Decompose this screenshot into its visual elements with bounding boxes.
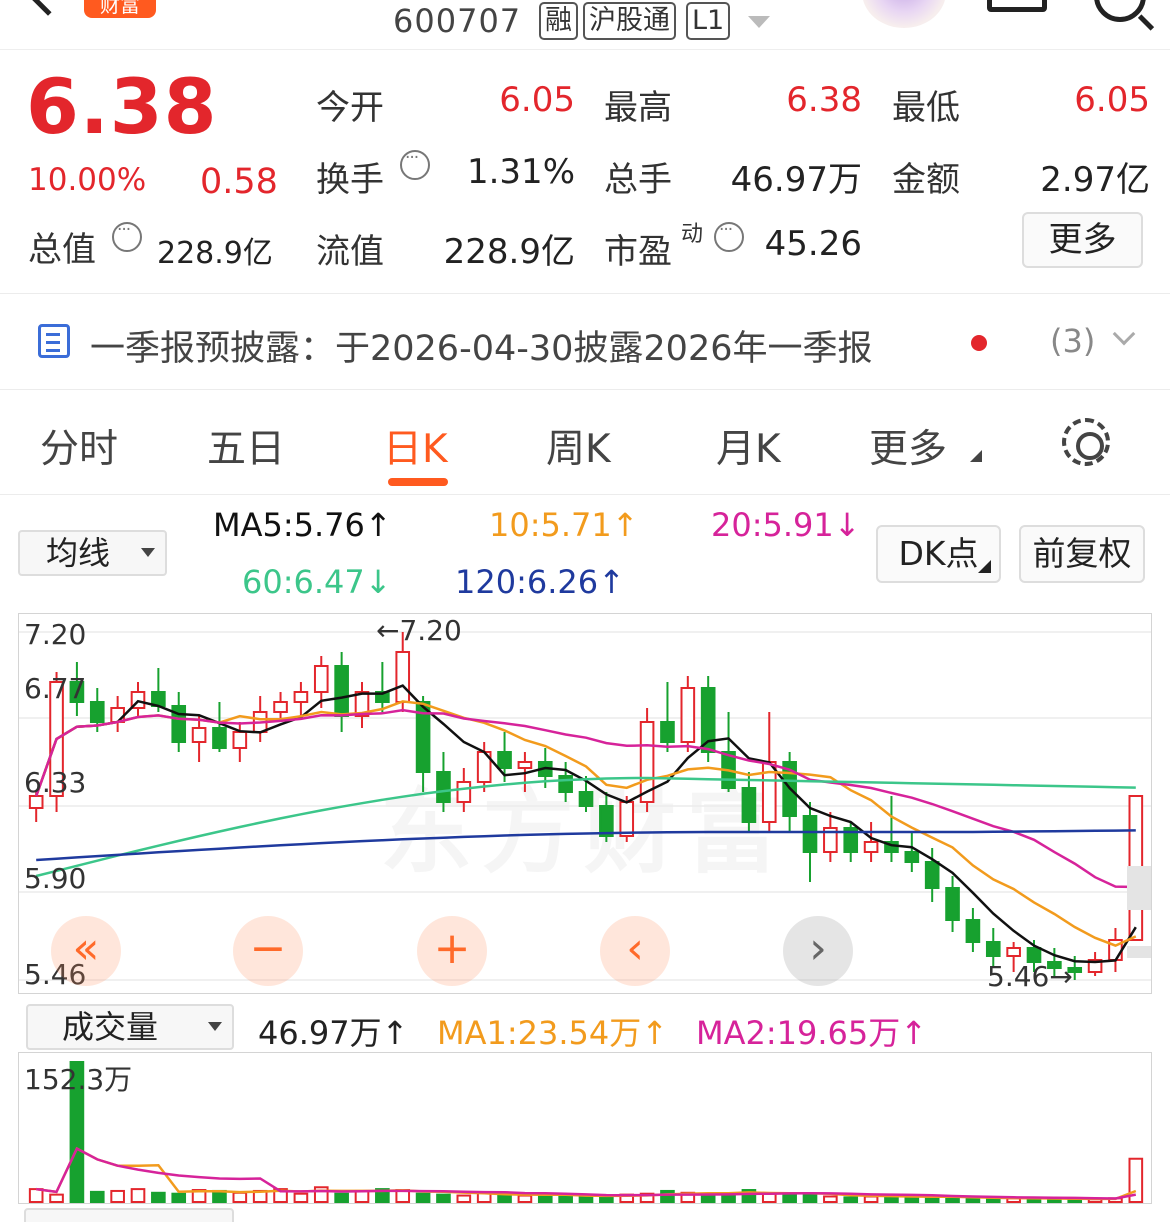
- volume-bar: [436, 1193, 451, 1204]
- volume-bar: [232, 1191, 248, 1203]
- volume-bar: [517, 1194, 533, 1203]
- volume-bar: [782, 1192, 797, 1204]
- volume-bar: [456, 1194, 472, 1203]
- volume-bar: [537, 1194, 553, 1203]
- volume-bar: [151, 1191, 166, 1203]
- volume-bar: [945, 1197, 960, 1204]
- volume-bar: [293, 1192, 309, 1204]
- volume-bar: [130, 1188, 146, 1203]
- volume-bar: [354, 1189, 370, 1204]
- volume-bar: [89, 1190, 105, 1203]
- volume-bar: [802, 1193, 818, 1204]
- secondary-indicator-select[interactable]: [24, 1208, 234, 1222]
- volume-bar: [823, 1195, 838, 1203]
- volume-bar: [721, 1193, 736, 1204]
- volume-bar: [110, 1189, 125, 1204]
- volume-bar: [965, 1197, 981, 1204]
- vol-ma1-line: [36, 1146, 1137, 1201]
- volume-bar: [599, 1195, 614, 1203]
- volume-bar: [843, 1196, 859, 1204]
- volume-bar: [863, 1195, 879, 1203]
- volume-bar: [415, 1192, 431, 1204]
- volume-bar: [334, 1192, 349, 1204]
- volume-bar: [578, 1195, 594, 1203]
- volume-bar: [313, 1186, 329, 1204]
- volume-bar: [558, 1194, 573, 1203]
- volume-bar: [497, 1193, 512, 1204]
- volume-bar: [924, 1196, 940, 1204]
- volume-chart: [28, 1061, 1144, 1204]
- volume-bar: [49, 1193, 64, 1204]
- volume-bar: [660, 1189, 675, 1204]
- volume-max-label: 152.3万: [24, 1063, 133, 1096]
- volume-bar: [28, 1188, 44, 1203]
- volume-bar: [171, 1192, 187, 1204]
